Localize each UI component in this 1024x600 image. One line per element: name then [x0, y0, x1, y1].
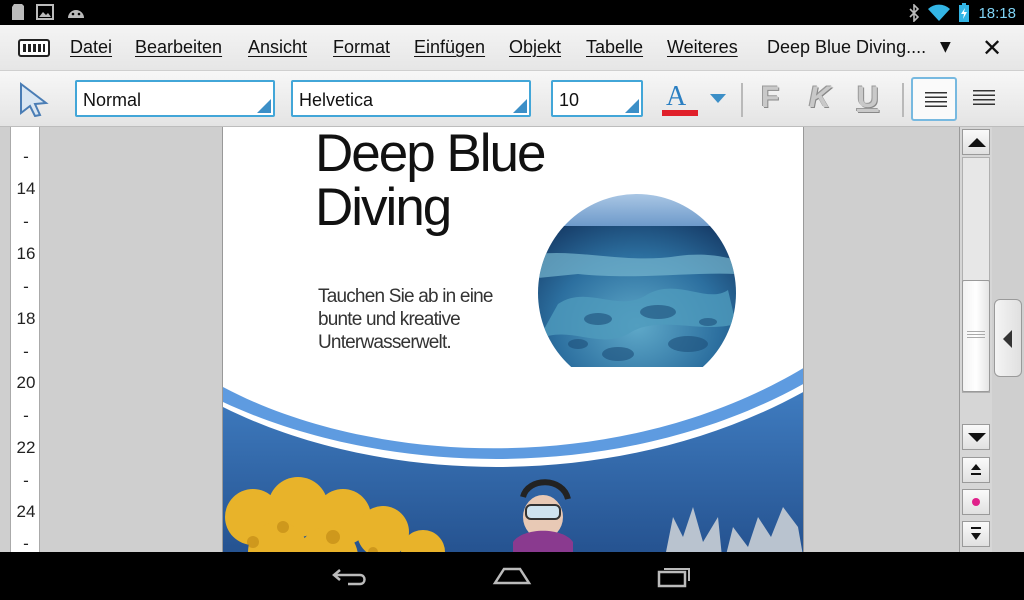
underwater-scene[interactable] [223, 367, 804, 552]
menu-objekt[interactable]: Objekt [509, 37, 561, 58]
image-icon [36, 4, 54, 20]
font-family-select[interactable]: Helvetica [291, 80, 531, 117]
menu-einfuegen[interactable]: Einfügen [414, 37, 485, 58]
chevron-down-icon[interactable]: ▼ [940, 39, 951, 55]
font-color-icon: A [666, 81, 687, 112]
select-cursor-icon[interactable] [16, 81, 52, 117]
ruler-tick: - [23, 212, 29, 231]
align-right-button[interactable] [961, 77, 1007, 121]
font-color-dropdown-icon[interactable] [710, 94, 726, 103]
scroll-up-button[interactable] [962, 129, 990, 155]
bluetooth-icon [909, 4, 920, 22]
ruler-tick: - [23, 406, 29, 425]
recent-apps-icon[interactable] [655, 564, 693, 588]
italic-button[interactable]: K [809, 81, 831, 115]
ruler-tick: - [23, 471, 29, 490]
android-icon [68, 10, 84, 18]
page-tagline[interactable]: Tauchen Sie ab in eine bunte und kreativ… [318, 285, 538, 354]
font-color-button[interactable]: A [662, 81, 698, 117]
scroll-down-button[interactable] [962, 424, 990, 450]
menu-ansicht[interactable]: Ansicht [248, 37, 307, 58]
grip-icon [967, 331, 985, 339]
ruler-tick: - [23, 534, 29, 552]
align-left-icon [925, 92, 947, 110]
wifi-icon [928, 4, 951, 21]
align-right-icon [973, 90, 995, 108]
system-nav-bar [0, 552, 1024, 600]
ruler-tick: 18 [16, 309, 36, 328]
clock: 18:18 [978, 4, 1016, 22]
align-left-button[interactable] [911, 77, 957, 121]
menu-format[interactable]: Format [333, 37, 390, 58]
vertical-scrollbar[interactable] [959, 127, 992, 552]
scroll-thumb[interactable] [962, 280, 990, 392]
font-size-select[interactable]: 10 [551, 80, 643, 117]
battery-charging-icon [959, 3, 970, 22]
arrow-down-icon [968, 433, 986, 442]
toolbar-divider [902, 83, 904, 117]
sd-card-icon [12, 4, 24, 20]
font-family-value: Helvetica [299, 90, 374, 110]
dropdown-corner-icon [625, 99, 639, 113]
tagline-line: Unterwasserwelt. [318, 332, 452, 353]
browse-dot-icon [972, 498, 980, 506]
headline-line: Diving [315, 178, 452, 237]
chevron-left-icon [1003, 330, 1012, 348]
menu-bearbeiten[interactable]: Bearbeiten [135, 37, 222, 58]
previous-page-button[interactable] [962, 457, 990, 483]
page-headline[interactable]: Deep Blue Diving [315, 127, 547, 237]
ruler-tick: 16 [16, 244, 36, 263]
close-icon[interactable]: ✕ [982, 34, 1002, 62]
page-down-icon [971, 527, 981, 540]
font-color-swatch [662, 110, 698, 116]
sidebar-toggle-button[interactable] [994, 299, 1022, 377]
reef-aerial-photo[interactable] [538, 194, 736, 392]
paragraph-style-value: Normal [83, 90, 142, 110]
ruler-tick: 22 [16, 438, 36, 457]
keyboard-icon[interactable] [18, 39, 50, 57]
document-title[interactable]: Deep Blue Diving.... [767, 37, 926, 58]
tagline-line: Tauchen Sie ab in eine [318, 286, 493, 307]
back-icon[interactable] [330, 566, 370, 586]
dropdown-corner-icon [257, 99, 271, 113]
arrow-up-icon [968, 138, 986, 147]
document-page[interactable]: Deep Blue Diving Tauchen Sie ab in eine … [222, 127, 804, 552]
tagline-line: bunte und kreative [318, 309, 461, 330]
ruler-tick: - [23, 342, 29, 361]
menu-weiteres[interactable]: Weiteres [667, 37, 738, 58]
page-up-icon [971, 464, 981, 475]
bold-button[interactable]: F [761, 81, 779, 115]
ruler-tick: 14 [16, 179, 36, 198]
menu-bar: Datei Bearbeiten Ansicht Format Einfügen… [0, 25, 1024, 71]
ruler-tick: 24 [16, 502, 36, 521]
paragraph-style-select[interactable]: Normal [75, 80, 275, 117]
menu-tabelle[interactable]: Tabelle [586, 37, 643, 58]
status-bar: 18:18 [0, 0, 1024, 25]
font-size-value: 10 [559, 90, 580, 110]
dropdown-corner-icon [513, 99, 527, 113]
next-page-button[interactable] [962, 521, 990, 547]
document-workspace: - 14 - 16 - 18 - 20 - 22 - 24 - Deep Blu… [0, 127, 1024, 552]
ruler-tick: - [23, 277, 29, 296]
home-icon[interactable] [492, 564, 532, 586]
browse-object-button[interactable] [962, 489, 990, 515]
menu-datei[interactable]: Datei [70, 37, 112, 58]
vertical-ruler: - 14 - 16 - 18 - 20 - 22 - 24 - [10, 127, 40, 552]
headline-line: Deep Blue [315, 127, 547, 183]
toolbar-divider [741, 83, 743, 117]
underline-button[interactable]: U [857, 81, 879, 115]
ruler-tick: - [23, 147, 29, 166]
format-toolbar: Normal Helvetica 10 A F K U [0, 71, 1024, 127]
ruler-tick: 20 [16, 373, 36, 392]
